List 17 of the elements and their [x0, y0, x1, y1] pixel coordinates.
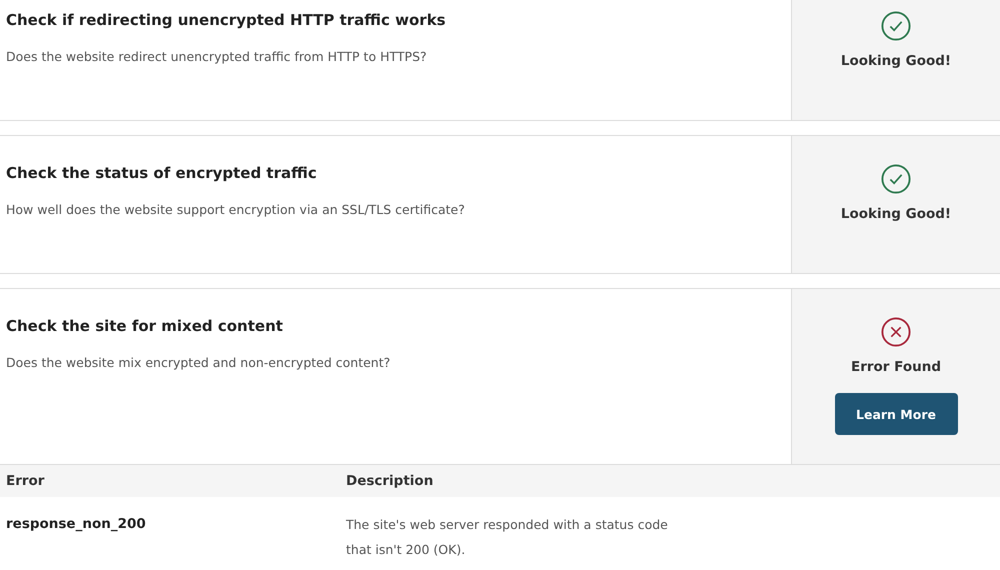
error-code: response_non_200 — [5, 516, 147, 534]
x-circle-icon — [881, 317, 911, 347]
checkmark-circle-icon — [881, 164, 911, 194]
status-label: Error Found — [850, 359, 941, 375]
check-title: Check the status of encrypted traffic — [6, 164, 318, 182]
check-description: Does the website mix encrypted and non-encrypted content? — [6, 355, 392, 370]
status-label: Looking Good! — [840, 206, 952, 222]
checkmark-circle-icon — [881, 11, 911, 41]
check-description: How well does the website support encryption via an SSL/TLS certificate? — [6, 202, 466, 217]
status-label: Looking Good! — [840, 53, 952, 69]
error-description: The site's web server responded with a status code that isn't 200 (OK). — [346, 516, 669, 559]
column-header: Error — [5, 473, 46, 489]
column-header: Description — [346, 473, 434, 489]
check-title: Check if redirecting unencrypted HTTP traffic works — [6, 11, 447, 29]
check-description: Does the website redirect unencrypted traffic from HTTP to HTTPS? — [6, 49, 428, 64]
check-title: Check the site for mixed content — [6, 317, 284, 335]
learn-more-button[interactable]: Learn More — [834, 393, 958, 435]
